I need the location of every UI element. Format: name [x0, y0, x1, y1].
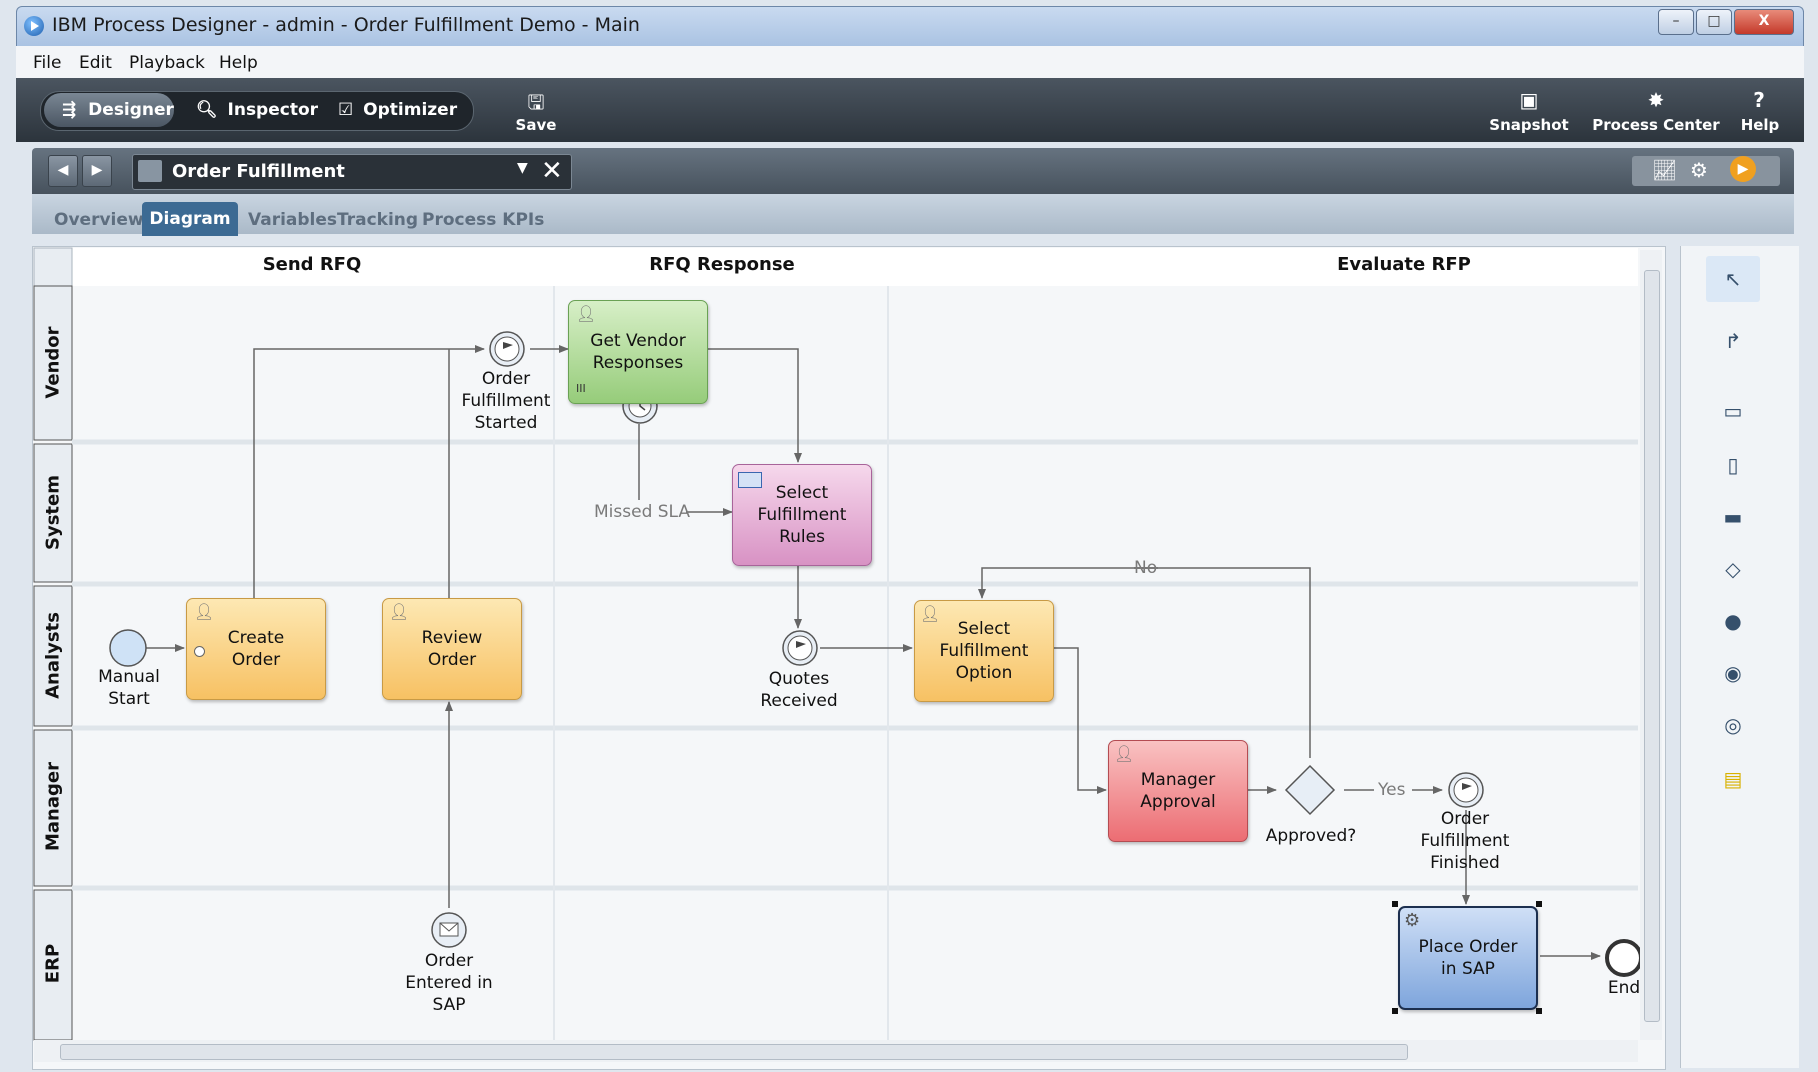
quotes-received-event[interactable] [782, 630, 818, 666]
lane-manager: Manager [42, 762, 64, 851]
end-event[interactable] [1605, 939, 1643, 977]
vertical-scroll-thumb[interactable] [1644, 270, 1660, 1022]
gateway-tool-icon[interactable]: ◇ [1706, 546, 1760, 592]
horizontal-scroll-thumb[interactable] [60, 1044, 1408, 1060]
lane-vendor: Vendor [42, 326, 64, 399]
user-task-icon: 👤︎ [576, 304, 597, 323]
activity-label: Select Fulfillment Rules [757, 483, 847, 547]
diagram-svg [33, 247, 1643, 1041]
corner-cell [33, 247, 73, 287]
horizontal-scrollbar[interactable] [34, 1040, 1638, 1062]
phase-evaluate-rfp: Evaluate RFP [1337, 254, 1471, 275]
activity-label: Manager Approval [1140, 770, 1216, 812]
no-flow-label: No [1134, 558, 1158, 578]
lane-system: System [42, 475, 64, 550]
attached-event-marker [194, 646, 205, 657]
activity-tool-icon[interactable]: ▬ [1706, 494, 1760, 540]
service-gear-icon: ⚙ [1404, 910, 1421, 931]
order-finished-event[interactable] [1448, 772, 1484, 808]
yes-flow-label: Yes [1378, 780, 1406, 800]
user-task-icon: 👤︎ [194, 602, 215, 621]
quotes-received-label: Quotes Received [760, 669, 838, 711]
order-started-label: Order Fulfillment Started [461, 369, 551, 433]
order-entered-sap-label: Order Entered in SAP [405, 951, 493, 1015]
order-finished-label: Order Fulfillment Finished [1420, 809, 1510, 873]
activity-label: Create Order [227, 628, 285, 670]
end-event-tool-icon[interactable]: ◎ [1706, 702, 1760, 748]
phase-rfq-response: RFQ Response [649, 254, 795, 275]
gateway-label: Approved? [1265, 826, 1357, 846]
activity-label: Select Fulfillment Option [939, 619, 1029, 683]
vertical-scrollbar[interactable] [1640, 250, 1662, 1040]
flow-getvendor-rules [708, 348, 802, 463]
lane-analysts: Analysts [42, 612, 64, 699]
select-tool-icon[interactable]: ↖ [1706, 256, 1760, 302]
note-tool-icon[interactable]: ▤ [1706, 756, 1760, 802]
manual-start-label: Manual Start [98, 667, 160, 709]
manual-start-event[interactable] [109, 629, 147, 667]
multi-instance-icon: III [576, 382, 586, 395]
intermediate-event-tool-icon[interactable]: ◉ [1706, 650, 1760, 696]
connect-tool-icon[interactable]: ↱ [1706, 318, 1760, 364]
user-task-icon: 👤︎ [389, 602, 410, 621]
missed-sla-label: Missed SLA [594, 502, 691, 522]
lane-tool-icon[interactable]: ▭ [1706, 388, 1760, 434]
activity-label: Review Order [421, 628, 483, 670]
activity-label: Get Vendor Responses [590, 331, 686, 373]
start-event-tool-icon[interactable]: ● [1706, 598, 1760, 644]
phase-tool-icon[interactable]: ▯ [1706, 442, 1760, 488]
order-started-event[interactable] [489, 331, 525, 367]
lane-erp: ERP [42, 943, 64, 984]
user-task-icon: 👤︎ [1114, 744, 1135, 763]
activity-label: Place Order in SAP [1418, 937, 1518, 979]
decision-table-icon [738, 472, 762, 488]
user-task-icon: 👤︎ [920, 604, 941, 623]
approved-gateway[interactable] [1284, 764, 1336, 816]
flow-option-approval [1052, 647, 1107, 794]
order-entered-sap-event[interactable] [431, 912, 467, 948]
phase-send-rfq: Send RFQ [262, 254, 362, 275]
